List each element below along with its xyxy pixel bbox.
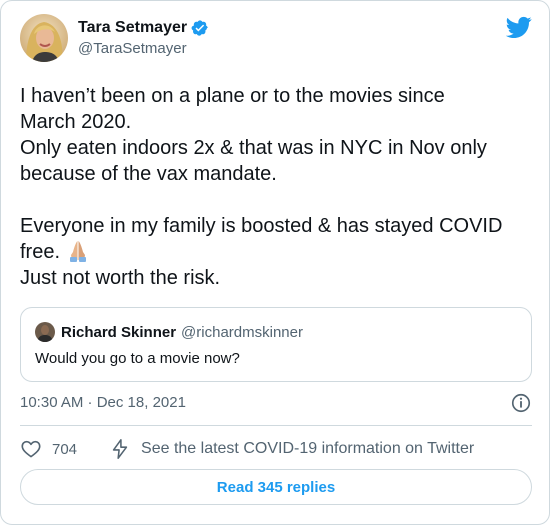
quoted-tweet-text: Would you go to a movie now?: [35, 350, 240, 367]
author-names: Tara Setmayer @TaraSetmayer: [78, 18, 209, 57]
folded-hands-emoji: [68, 240, 88, 262]
tweet-line: Just not worth the risk.: [20, 267, 221, 289]
author-handle[interactable]: @TaraSetmayer: [78, 40, 209, 57]
tweet-line: because of the vax mandate.: [20, 163, 277, 185]
like-button[interactable]: 704: [20, 438, 77, 460]
read-replies-button[interactable]: Read 345 replies: [20, 469, 532, 505]
info-icon[interactable]: [510, 392, 532, 414]
quoted-tweet-header: Richard Skinner @richardmskinner: [35, 322, 303, 342]
tweet-timestamp[interactable]: 10:30 AM · Dec 18, 2021: [20, 394, 186, 411]
author-display-name[interactable]: Tara Setmayer: [78, 19, 187, 37]
quoted-tweet[interactable]: Richard Skinner @richardmskinner Would y…: [20, 307, 532, 382]
twitter-bird-icon[interactable]: [505, 14, 532, 40]
heart-icon: [20, 438, 42, 460]
quoted-author-avatar: [35, 322, 55, 342]
tweet-card: Tara Setmayer @TaraSetmayer I haven’t be…: [0, 0, 550, 525]
name-row: Tara Setmayer: [78, 18, 209, 38]
covid-info-text: See the latest COVID-19 information on T…: [141, 440, 475, 457]
divider: [20, 425, 532, 426]
author-avatar[interactable]: [20, 14, 68, 62]
quoted-author-name: Richard Skinner: [61, 323, 177, 341]
tweet-actions: 704 See the latest COVID-19 information …: [20, 437, 532, 461]
tweet-line: I haven’t been on a plane or to the movi…: [20, 85, 445, 107]
tweet-header: Tara Setmayer @TaraSetmayer: [20, 14, 532, 66]
tweet-line: March 2020.: [20, 111, 132, 133]
verified-badge-icon: [191, 19, 209, 37]
tweet-line-with-emoji: free.: [20, 239, 535, 265]
read-replies-label: Read 345 replies: [216, 478, 336, 496]
tweet-line: free.: [20, 241, 61, 263]
lightning-bolt-icon: [109, 438, 131, 460]
tweet-line: Everyone in my family is boosted & has s…: [20, 215, 503, 237]
covid-info-link[interactable]: See the latest COVID-19 information on T…: [109, 438, 474, 460]
tweet-line: Only eaten indoors 2x & that was in NYC …: [20, 137, 487, 159]
quoted-author-handle: @richardmskinner: [181, 323, 303, 341]
tweet-text: I haven’t been on a plane or to the movi…: [20, 83, 535, 291]
like-count: 704: [52, 440, 78, 458]
